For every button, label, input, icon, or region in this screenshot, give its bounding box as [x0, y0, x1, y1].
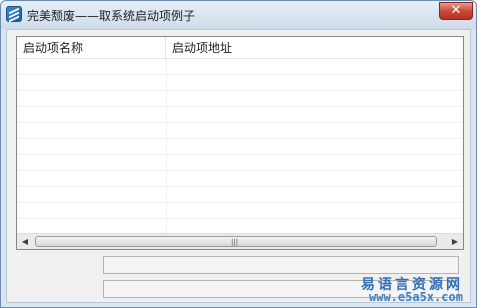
startup-items-list[interactable]: 启动项名称 启动项地址 ◀ ||| ▶	[16, 36, 464, 250]
scrollbar-thumb[interactable]: |||	[35, 236, 437, 247]
window-title: 完美颓废——取系统启动项例子	[27, 9, 196, 23]
app-icon	[6, 6, 22, 23]
list-row	[17, 59, 463, 75]
list-row	[17, 139, 463, 155]
column-header-path[interactable]: 启动项地址	[166, 37, 463, 59]
scroll-right-icon[interactable]: ▶	[447, 234, 463, 250]
list-row	[17, 107, 463, 123]
list-row	[17, 123, 463, 139]
close-button[interactable]: ✕	[439, 2, 473, 20]
list-row	[17, 203, 463, 219]
list-body[interactable]	[17, 59, 463, 233]
status-field-1[interactable]	[103, 256, 459, 274]
column-header-name[interactable]: 启动项名称	[17, 37, 166, 59]
grip-icon: |||	[231, 238, 239, 246]
app-window: 完美颓废——取系统启动项例子 ✕ 启动项名称 启动项地址 ◀ ||| ▶ 易语言…	[0, 0, 477, 308]
scroll-left-icon[interactable]: ◀	[17, 234, 33, 250]
list-row	[17, 75, 463, 91]
list-row	[17, 155, 463, 171]
watermark-url: www.e5a5x.com	[369, 290, 463, 304]
list-header: 启动项名称 启动项地址	[17, 37, 463, 59]
title-bar[interactable]: 完美颓废——取系统启动项例子 ✕	[1, 1, 476, 29]
client-area: 启动项名称 启动项地址 ◀ ||| ▶	[6, 29, 471, 303]
horizontal-scrollbar[interactable]: ◀ ||| ▶	[17, 233, 463, 249]
list-row	[17, 91, 463, 107]
list-row	[17, 171, 463, 187]
list-row	[17, 187, 463, 203]
